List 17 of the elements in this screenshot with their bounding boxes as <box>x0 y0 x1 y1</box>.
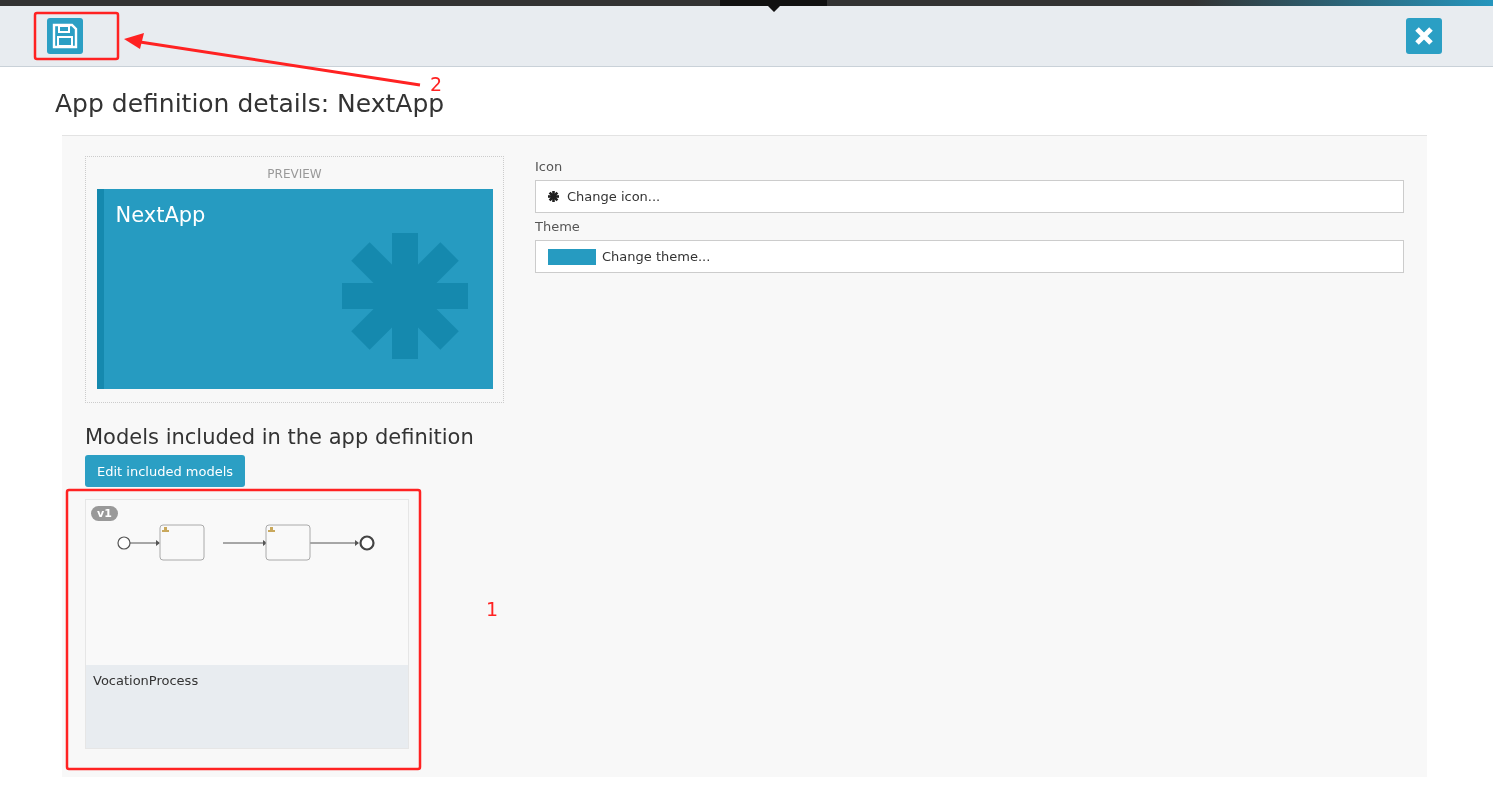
field-label: Theme <box>535 219 581 234</box>
icon-picker[interactable]: Change icon... <box>535 180 1404 213</box>
asterisk-icon <box>548 191 559 202</box>
field-label: Icon <box>535 159 564 174</box>
annotation-number: 2 <box>430 73 443 95</box>
version-badge: v1 <box>91 506 118 521</box>
save-button[interactable] <box>47 18 83 54</box>
close-icon <box>1414 26 1434 46</box>
models-heading: Models included in the app definition <box>85 425 475 449</box>
theme-picker[interactable]: Change theme... <box>535 240 1404 273</box>
theme-swatch <box>548 248 596 265</box>
annotation-number: 1 <box>486 598 499 620</box>
app-name: NextApp <box>115 203 206 227</box>
model-name: VocationProcess <box>86 665 408 748</box>
preview-label: PREVIEW <box>267 167 322 181</box>
model-card[interactable]: v1 VocationProcess <box>85 499 409 749</box>
close-button[interactable] <box>1406 18 1442 54</box>
